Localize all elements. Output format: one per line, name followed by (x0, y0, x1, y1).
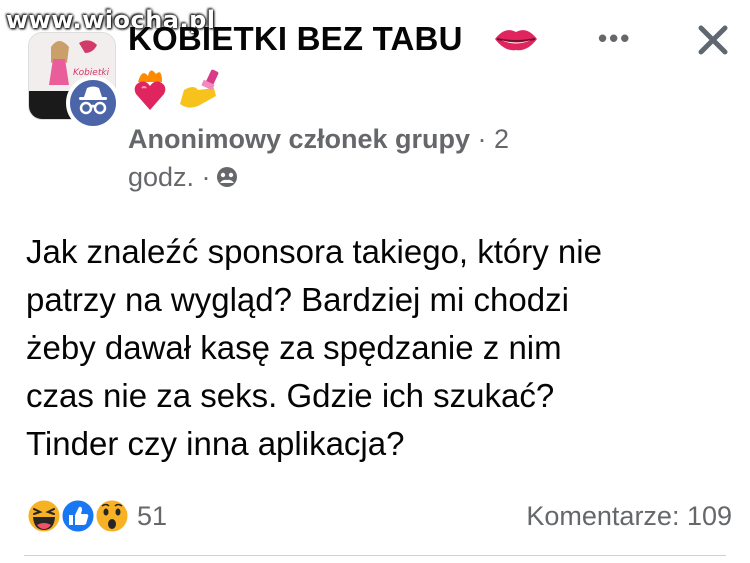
group-privacy-icon (216, 167, 237, 187)
reactions-summary[interactable] (24, 496, 134, 536)
anonymous-avatar[interactable] (66, 76, 120, 130)
post-text-line: Tinder czy inna aplikacja? (26, 425, 405, 462)
post-text-line: Jak znaleźć sponsora takiego, który nie (26, 233, 602, 270)
haha-icon (25, 497, 63, 535)
reaction-count[interactable]: 51 (137, 501, 167, 532)
post-time-part1: · 2 (470, 124, 510, 154)
divider (24, 555, 726, 556)
more-icon[interactable]: ••• (598, 25, 631, 51)
incognito-icon (79, 86, 107, 115)
post-body: Jak znaleźć sponsora takiego, który nie … (26, 228, 726, 468)
comments-count[interactable]: Komentarze: 109 (526, 501, 732, 532)
title-emoji-row (134, 69, 219, 110)
post-text-line: żeby dawał kasę za spędzanie z nim (26, 329, 562, 366)
lips-icon (495, 30, 537, 51)
avatar-group[interactable]: Kobietki (28, 32, 122, 130)
post-meta: Anonimowy członek grupy · 2 (128, 124, 509, 155)
post-meta-line2: godz. · (128, 162, 239, 193)
post-text-line: patrzy na wygląd? Bardziej mi chodzi (26, 281, 569, 318)
fire-heart-icon (134, 70, 166, 110)
close-icon[interactable] (695, 22, 731, 58)
post-time-part2[interactable]: godz. · (128, 162, 211, 192)
group-name[interactable]: KOBIETKI BEZ TABU (128, 20, 463, 58)
post-text-line: czas nie za seks. Gdzie ich szukać? (26, 377, 555, 414)
like-icon (59, 497, 97, 535)
nail-polish-icon (180, 69, 219, 108)
author-name[interactable]: Anonimowy członek grupy (128, 124, 470, 154)
wow-icon (93, 497, 131, 535)
